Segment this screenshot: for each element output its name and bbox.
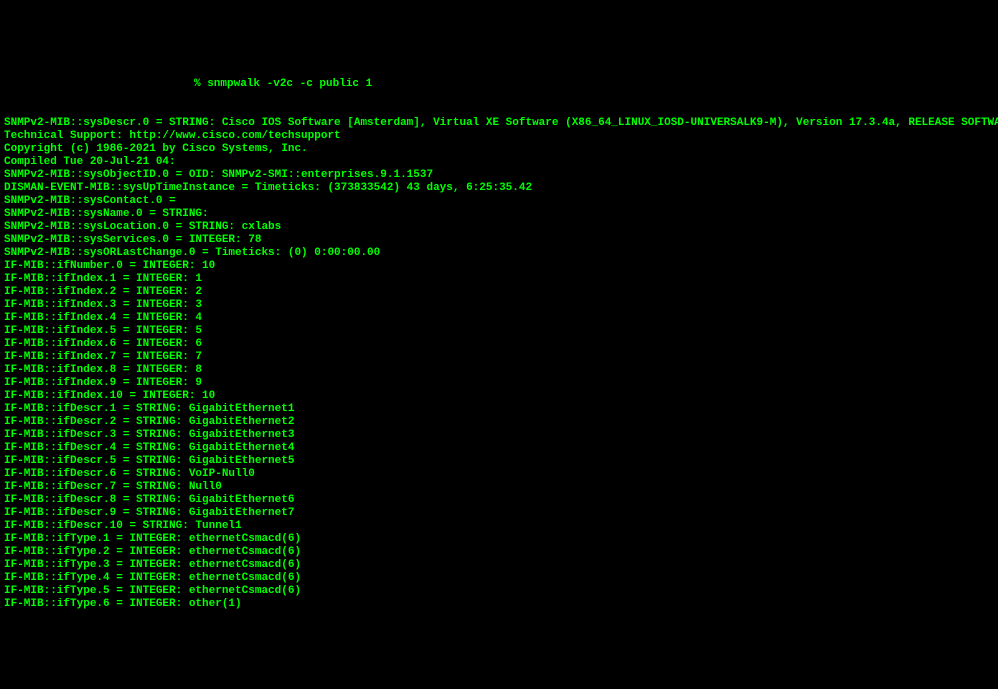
terminal-output[interactable]: % snmpwalk -v2c -c public 1 SNMPv2-MIB::… bbox=[0, 52, 998, 624]
output-line: IF-MIB::ifDescr.3 = STRING: GigabitEther… bbox=[4, 429, 994, 442]
output-line: IF-MIB::ifIndex.10 = INTEGER: 10 bbox=[4, 390, 994, 403]
output-line: Technical Support: http://www.cisco.com/… bbox=[4, 130, 994, 143]
output-line: IF-MIB::ifIndex.2 = INTEGER: 2 bbox=[4, 286, 994, 299]
command-line: % snmpwalk -v2c -c public 1 bbox=[4, 78, 994, 91]
output-line: IF-MIB::ifDescr.9 = STRING: GigabitEther… bbox=[4, 507, 994, 520]
output-line: IF-MIB::ifIndex.8 = INTEGER: 8 bbox=[4, 364, 994, 377]
output-line: IF-MIB::ifIndex.5 = INTEGER: 5 bbox=[4, 325, 994, 338]
output-line: IF-MIB::ifDescr.8 = STRING: GigabitEther… bbox=[4, 494, 994, 507]
output-line: IF-MIB::ifDescr.6 = STRING: VoIP-Null0 bbox=[4, 468, 994, 481]
output-line: IF-MIB::ifNumber.0 = INTEGER: 10 bbox=[4, 260, 994, 273]
output-line: DISMAN-EVENT-MIB::sysUpTimeInstance = Ti… bbox=[4, 182, 994, 195]
output-lines: SNMPv2-MIB::sysDescr.0 = STRING: Cisco I… bbox=[4, 117, 994, 611]
output-line: IF-MIB::ifIndex.4 = INTEGER: 4 bbox=[4, 312, 994, 325]
output-line: IF-MIB::ifDescr.1 = STRING: GigabitEther… bbox=[4, 403, 994, 416]
output-line: Compiled Tue 20-Jul-21 04: bbox=[4, 156, 994, 169]
output-line: IF-MIB::ifDescr.5 = STRING: GigabitEther… bbox=[4, 455, 994, 468]
output-line: SNMPv2-MIB::sysObjectID.0 = OID: SNMPv2-… bbox=[4, 169, 994, 182]
output-line: IF-MIB::ifIndex.6 = INTEGER: 6 bbox=[4, 338, 994, 351]
output-line: SNMPv2-MIB::sysDescr.0 = STRING: Cisco I… bbox=[4, 117, 994, 130]
output-line: IF-MIB::ifType.6 = INTEGER: other(1) bbox=[4, 598, 994, 611]
output-line: IF-MIB::ifType.3 = INTEGER: ethernetCsma… bbox=[4, 559, 994, 572]
output-line: SNMPv2-MIB::sysContact.0 = bbox=[4, 195, 994, 208]
output-line: SNMPv2-MIB::sysORLastChange.0 = Timetick… bbox=[4, 247, 994, 260]
output-line: IF-MIB::ifDescr.7 = STRING: Null0 bbox=[4, 481, 994, 494]
output-line: IF-MIB::ifDescr.2 = STRING: GigabitEther… bbox=[4, 416, 994, 429]
output-line: IF-MIB::ifDescr.4 = STRING: GigabitEther… bbox=[4, 442, 994, 455]
output-line: SNMPv2-MIB::sysServices.0 = INTEGER: 78 bbox=[4, 234, 994, 247]
output-line: IF-MIB::ifType.2 = INTEGER: ethernetCsma… bbox=[4, 546, 994, 559]
output-line: IF-MIB::ifType.1 = INTEGER: ethernetCsma… bbox=[4, 533, 994, 546]
output-line: IF-MIB::ifIndex.3 = INTEGER: 3 bbox=[4, 299, 994, 312]
output-line: IF-MIB::ifType.5 = INTEGER: ethernetCsma… bbox=[4, 585, 994, 598]
output-line: SNMPv2-MIB::sysLocation.0 = STRING: cxla… bbox=[4, 221, 994, 234]
output-line: IF-MIB::ifIndex.9 = INTEGER: 9 bbox=[4, 377, 994, 390]
output-line: SNMPv2-MIB::sysName.0 = STRING: bbox=[4, 208, 994, 221]
output-line: IF-MIB::ifIndex.1 = INTEGER: 1 bbox=[4, 273, 994, 286]
output-line: Copyright (c) 1986-2021 by Cisco Systems… bbox=[4, 143, 994, 156]
output-line: IF-MIB::ifType.4 = INTEGER: ethernetCsma… bbox=[4, 572, 994, 585]
output-line: IF-MIB::ifDescr.10 = STRING: Tunnel1 bbox=[4, 520, 994, 533]
output-line: IF-MIB::ifIndex.7 = INTEGER: 7 bbox=[4, 351, 994, 364]
